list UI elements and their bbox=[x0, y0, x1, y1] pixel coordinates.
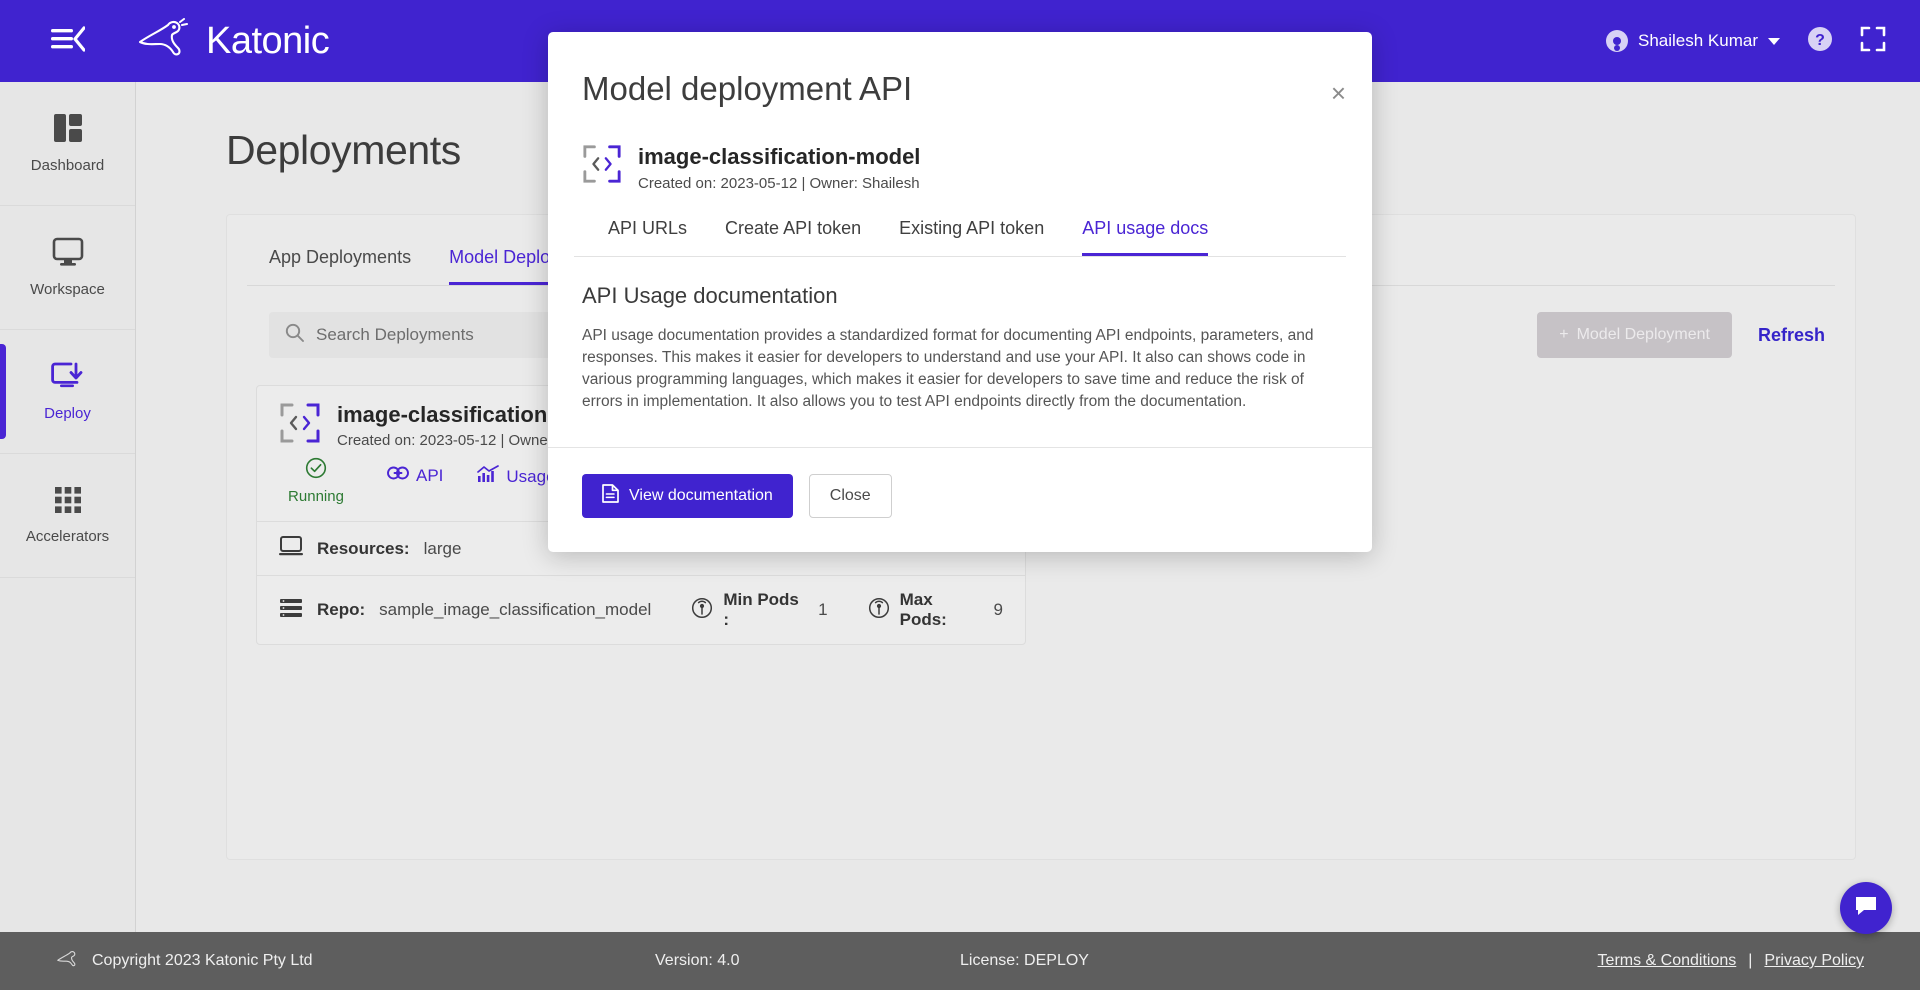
model-brackets-icon bbox=[582, 144, 622, 189]
view-documentation-label: View documentation bbox=[629, 487, 773, 504]
modal-model-titles: image-classification-model Created on: 2… bbox=[638, 144, 920, 192]
modal-tabs: API URLs Create API token Existing API t… bbox=[574, 192, 1346, 257]
close-button[interactable]: Close bbox=[808, 474, 892, 518]
modal-footer: View documentation Close bbox=[548, 448, 1372, 552]
modal-model-name: image-classification-model bbox=[638, 144, 921, 169]
document-icon bbox=[602, 484, 619, 508]
modal-model-meta: Created on: 2023-05-12 | Owner: Shailesh bbox=[638, 175, 920, 192]
tab-api-usage-docs[interactable]: API usage docs bbox=[1082, 218, 1209, 256]
tab-api-urls[interactable]: API URLs bbox=[608, 218, 687, 256]
tab-existing-api-token[interactable]: Existing API token bbox=[899, 218, 1044, 256]
modal-section-title: API Usage documentation bbox=[582, 283, 838, 308]
close-x-icon[interactable]: × bbox=[1331, 80, 1346, 106]
model-deployment-api-modal: × Model deployment API image-classificat… bbox=[548, 32, 1372, 552]
modal-body-text: API usage documentation provides a stand… bbox=[582, 327, 1314, 410]
modal-title: Model deployment API bbox=[582, 70, 913, 107]
modal-body: API Usage documentation API usage docume… bbox=[548, 257, 1372, 448]
modal-overlay: × Model deployment API image-classificat… bbox=[0, 0, 1920, 990]
tab-create-api-token[interactable]: Create API token bbox=[725, 218, 861, 256]
view-documentation-button[interactable]: View documentation bbox=[582, 474, 793, 518]
modal-model-header: image-classification-model Created on: 2… bbox=[548, 108, 1372, 192]
